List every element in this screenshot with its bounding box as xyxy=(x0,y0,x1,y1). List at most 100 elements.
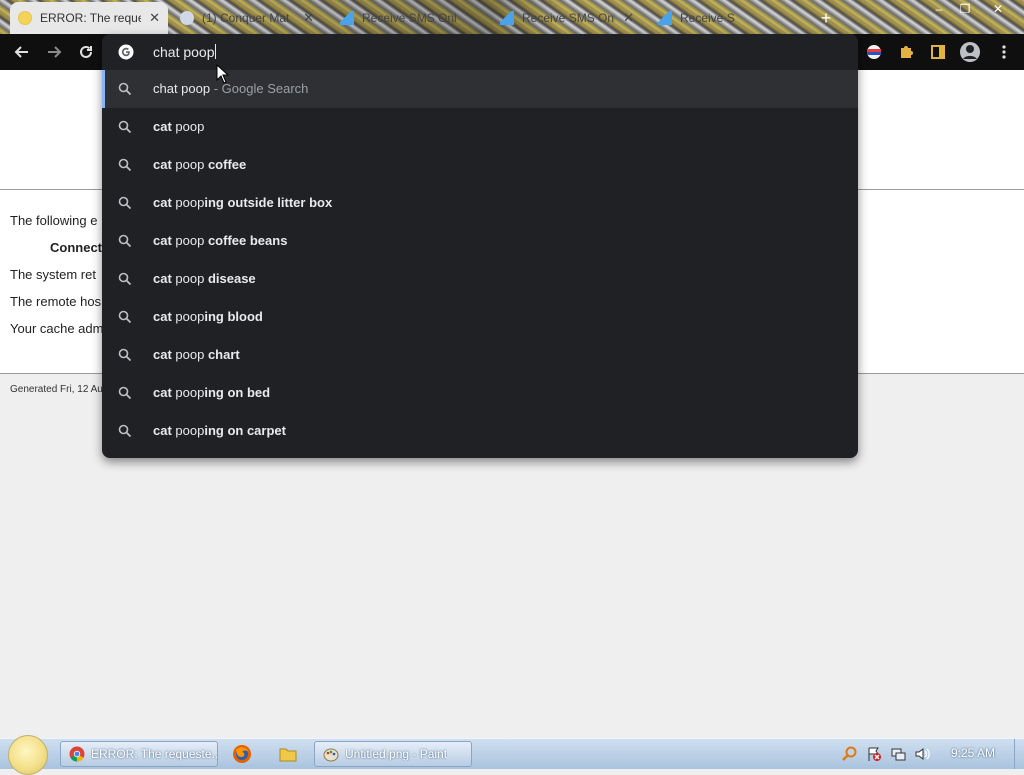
suggestion-text: cat pooping on carpet xyxy=(153,423,286,438)
suggestion-typed: poop xyxy=(171,385,205,400)
suggestion-row[interactable]: cat poop disease xyxy=(102,260,858,298)
back-arrow-icon xyxy=(14,46,28,58)
restore-button[interactable]: ❐ xyxy=(952,0,978,18)
suggestion-text: cat pooping on bed xyxy=(153,385,270,400)
suggestion-completion: ing on carpet xyxy=(204,423,286,438)
suggestion-match: cat xyxy=(153,119,172,134)
folder-icon[interactable] xyxy=(278,744,298,764)
search-icon xyxy=(118,158,132,172)
volume-icon[interactable] xyxy=(914,746,930,762)
close-icon[interactable]: ✕ xyxy=(303,10,314,26)
search-icon xyxy=(118,234,132,248)
suggestion-query: chat poop xyxy=(153,81,211,96)
taskbar: ERROR: The requeste... Untitled.png - Pa… xyxy=(0,735,1024,775)
forward-button[interactable] xyxy=(42,40,66,64)
text-caret xyxy=(214,44,216,59)
reload-icon xyxy=(80,45,92,58)
suggestion-text: cat poop xyxy=(153,119,204,134)
paint-icon xyxy=(323,748,339,762)
firefox-icon[interactable] xyxy=(232,744,252,764)
tab-receive-sms-3[interactable]: Receive S xyxy=(650,4,800,32)
menu-kebab-icon[interactable] xyxy=(994,42,1014,62)
taskbar-item-label: ERROR: The requeste... xyxy=(91,747,217,761)
tab-label: Receive SMS Onl xyxy=(362,11,457,25)
suggestion-row[interactable]: cat poop coffee xyxy=(102,146,858,184)
new-tab-button[interactable]: + xyxy=(816,8,836,28)
omnibox-dropdown: chat poop chat poop - Google Search cat p… xyxy=(102,34,858,458)
suggestion-completion: coffee beans xyxy=(204,233,288,248)
suggestion-text: cat poop disease xyxy=(153,271,256,286)
minimize-button[interactable]: – xyxy=(926,0,952,18)
search-icon xyxy=(118,82,132,96)
start-button[interactable] xyxy=(8,735,48,775)
suggestion-completion: coffee xyxy=(204,157,247,172)
search-icon xyxy=(118,386,132,400)
chrome-icon xyxy=(69,746,85,762)
taskbar-item-paint[interactable]: Untitled.png - Paint xyxy=(314,741,472,767)
suggestion-match: cat xyxy=(153,157,172,172)
search-tray-icon[interactable] xyxy=(842,746,858,762)
tab-receive-sms-1[interactable]: Receive SMS Onl xyxy=(332,4,482,32)
suggestion-typed: poop xyxy=(171,347,205,362)
suggestion-match: cat xyxy=(153,309,172,324)
globe-icon xyxy=(180,11,194,25)
suggestion-match: cat xyxy=(153,195,172,210)
tab-label: Receive S xyxy=(680,11,735,25)
suggestion-completion: ing blood xyxy=(204,309,263,324)
suggestion-typed: poop xyxy=(171,309,205,324)
suggestion-text: chat poop - Google Search xyxy=(153,81,308,96)
action-center-flag-icon[interactable] xyxy=(866,746,882,762)
close-icon[interactable]: ✕ xyxy=(149,10,160,26)
tab-label: Receive SMS Onl xyxy=(522,11,616,25)
suggestion-row[interactable]: cat poop xyxy=(102,108,858,146)
error-line: The system ret xyxy=(10,267,96,282)
suggestion-completion: chart xyxy=(204,347,240,362)
close-icon[interactable]: ✕ xyxy=(623,10,634,26)
suggestion-list: chat poop - Google Search cat poop cat poo… xyxy=(102,70,858,450)
show-desktop-button[interactable] xyxy=(1014,739,1024,769)
suggestion-row[interactable]: cat poop coffee beans xyxy=(102,222,858,260)
search-icon xyxy=(118,424,132,438)
tab-conquer[interactable]: (1) Conquer Mat ✕ xyxy=(172,4,322,32)
suggestion-typed: poop xyxy=(171,119,205,134)
suggestion-row[interactable]: cat pooping outside litter box xyxy=(102,184,858,222)
face-icon xyxy=(18,11,32,25)
taskbar-item-chrome[interactable]: ERROR: The requeste... xyxy=(60,741,218,767)
suggestion-match: cat xyxy=(153,271,172,286)
suggestion-match: cat xyxy=(153,423,172,438)
suggestion-row[interactable]: cat pooping blood xyxy=(102,298,858,336)
puzzle-extensions-icon[interactable] xyxy=(896,42,916,62)
back-button[interactable] xyxy=(10,40,34,64)
suggestion-text: cat pooping outside litter box xyxy=(153,195,332,210)
tab-strip: ERROR: The reque ✕ (1) Conquer Mat ✕ Rec… xyxy=(0,0,1024,34)
tab-receive-sms-2[interactable]: Receive SMS Onl ✕ xyxy=(492,4,642,32)
omnibox-input[interactable]: chat poop xyxy=(153,44,216,60)
error-title: Connect xyxy=(50,240,102,255)
reading-list-icon[interactable] xyxy=(928,42,948,62)
triangle-icon xyxy=(658,11,672,25)
generated-footer: Generated Fri, 12 Au xyxy=(10,384,103,395)
suggestion-row[interactable]: cat pooping on bed xyxy=(102,374,858,412)
forward-arrow-icon xyxy=(48,46,62,58)
reload-button[interactable] xyxy=(74,40,98,64)
profile-avatar-icon[interactable] xyxy=(958,40,982,64)
suggestion-match: cat xyxy=(153,347,172,362)
suggestion-text: cat poop coffee xyxy=(153,157,246,172)
suggestion-completion: disease xyxy=(204,271,256,286)
search-icon xyxy=(118,272,132,286)
suggestion-typed: poop xyxy=(171,233,205,248)
triangle-icon xyxy=(500,11,514,25)
suggestion-row[interactable]: cat pooping on carpet xyxy=(102,412,858,450)
clock[interactable]: 9:25 AM xyxy=(951,746,995,760)
tab-error[interactable]: ERROR: The reque ✕ xyxy=(10,2,168,34)
google-g-icon xyxy=(118,44,134,60)
search-icon xyxy=(118,348,132,362)
suggestion-row[interactable]: cat poop chart xyxy=(102,336,858,374)
error-line: The following e xyxy=(10,213,98,228)
suggestion-text: cat pooping blood xyxy=(153,309,263,324)
close-window-button[interactable]: ✕ xyxy=(985,0,1011,18)
network-icon[interactable] xyxy=(890,746,906,762)
suggestion-text: cat poop chart xyxy=(153,347,240,362)
search-icon xyxy=(118,196,132,210)
flag-extension-icon[interactable] xyxy=(864,42,884,62)
